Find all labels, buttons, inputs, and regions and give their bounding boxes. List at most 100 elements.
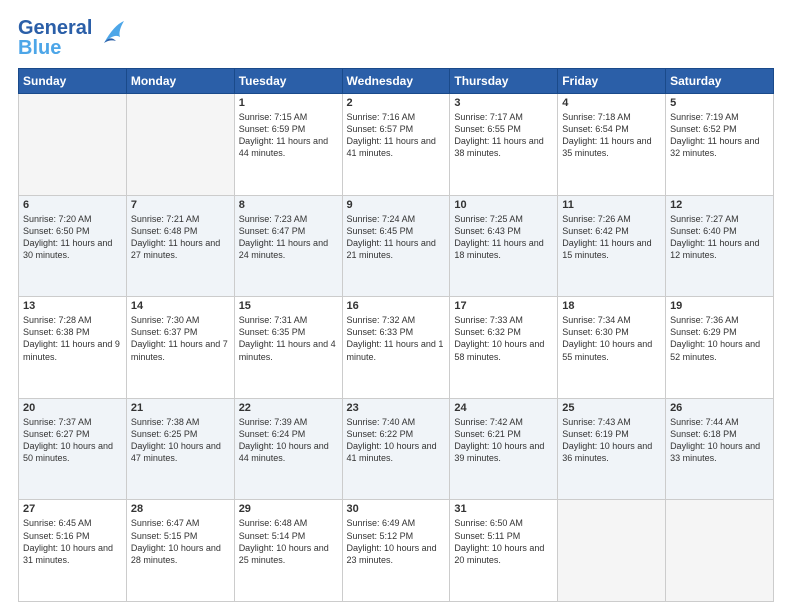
day-number: 1 — [239, 97, 338, 109]
sunset-text: Sunset: 6:55 PM — [454, 123, 553, 135]
sunrise-text: Sunrise: 7:37 AM — [23, 416, 122, 428]
calendar-cell: 28Sunrise: 6:47 AMSunset: 5:15 PMDayligh… — [126, 500, 234, 602]
calendar-cell: 1 Sunrise: 7:15 AMSunset: 6:59 PMDaylight… — [234, 94, 342, 196]
day-info: Sunrise: 6:48 AMSunset: 5:14 PMDaylight:… — [239, 517, 338, 566]
sunset-text: Sunset: 6:54 PM — [562, 123, 661, 135]
sunset-text: Sunset: 6:30 PM — [562, 326, 661, 338]
logo-blue: Blue — [18, 38, 92, 58]
sunrise-text: Sunrise: 7:36 AM — [670, 314, 769, 326]
daylight-text: Daylight: 10 hours and 50 minutes. — [23, 440, 122, 464]
calendar-week-row: 27 Sunrise: 6:45 AMSunset: 5:16 PM Dayligh… — [19, 500, 774, 602]
day-number: 19 — [670, 300, 769, 312]
day-number: 7 — [131, 199, 230, 211]
sunrise-text: Sunrise: 7:32 AM — [347, 314, 446, 326]
daylight-text: Daylight: 10 hours and 28 minutes. — [131, 542, 230, 566]
daylight-text: Daylight: 10 hours and 36 minutes. — [562, 440, 661, 464]
calendar-cell — [558, 500, 666, 602]
calendar-cell: 21Sunrise: 7:38 AMSunset: 6:25 PMDayligh… — [126, 398, 234, 500]
day-info: Sunrise: 6:49 AMSunset: 5:12 PMDaylight:… — [347, 517, 446, 566]
sunrise-text: Sunrise: 6:49 AM — [347, 517, 446, 529]
logo: General Blue — [18, 18, 126, 58]
daylight-text: Daylight: 11 hours and 12 minutes. — [670, 237, 769, 261]
day-number: 4 — [562, 97, 661, 109]
sunrise-text: Sunrise: 6:45 AM — [23, 517, 122, 529]
sunrise-text: Sunrise: 7:38 AM — [131, 416, 230, 428]
sunset-text: Sunset: 6:21 PM — [454, 428, 553, 440]
day-info: Sunrise: 7:37 AMSunset: 6:27 PMDaylight:… — [23, 416, 122, 465]
sunrise-text: Sunrise: 7:31 AM — [239, 314, 338, 326]
calendar-cell: 18Sunrise: 7:34 AMSunset: 6:30 PMDayligh… — [558, 297, 666, 399]
calendar-cell: 5 Sunrise: 7:19 AMSunset: 6:52 PMDaylight… — [666, 94, 774, 196]
sunrise-text: Sunrise: 7:39 AM — [239, 416, 338, 428]
calendar-cell: 7Sunrise: 7:21 AMSunset: 6:48 PMDaylight… — [126, 195, 234, 297]
sunrise-text: Sunrise: 7:26 AM — [562, 213, 661, 225]
day-info: Sunrise: 7:30 AMSunset: 6:37 PMDaylight:… — [131, 314, 230, 363]
calendar-cell: 17Sunrise: 7:33 AMSunset: 6:32 PMDayligh… — [450, 297, 558, 399]
sunset-text: Sunset: 5:15 PM — [131, 530, 230, 542]
calendar-week-row: 1 Sunrise: 7:15 AMSunset: 6:59 PMDaylight… — [19, 94, 774, 196]
day-number: 28 — [131, 503, 230, 515]
calendar-cell: 20Sunrise: 7:37 AMSunset: 6:27 PMDayligh… — [19, 398, 127, 500]
day-number: 15 — [239, 300, 338, 312]
calendar-table: Sunday Monday Tuesday Wednesday Thursday… — [18, 68, 774, 602]
col-saturday: Saturday — [666, 69, 774, 94]
day-info: Sunrise: 7:38 AMSunset: 6:25 PMDaylight:… — [131, 416, 230, 465]
day-number: 16 — [347, 300, 446, 312]
daylight-text: Daylight: 10 hours and 52 minutes. — [670, 338, 769, 362]
day-info: Sunrise: 7:15 AMSunset: 6:59 PMDaylight:… — [239, 111, 338, 160]
day-number: 29 — [239, 503, 338, 515]
daylight-text: Daylight: 11 hours and 21 minutes. — [347, 237, 446, 261]
calendar-cell: 8Sunrise: 7:23 AMSunset: 6:47 PMDaylight… — [234, 195, 342, 297]
day-info: Sunrise: 7:42 AMSunset: 6:21 PMDaylight:… — [454, 416, 553, 465]
day-info: Sunrise: 7:23 AMSunset: 6:47 PMDaylight:… — [239, 213, 338, 262]
calendar-cell: 30 Sunrise: 6:49 AMSunset: 5:12 PMDayligh… — [342, 500, 450, 602]
calendar-cell: 15Sunrise: 7:31 AMSunset: 6:35 PMDayligh… — [234, 297, 342, 399]
sunset-text: Sunset: 6:32 PM — [454, 326, 553, 338]
calendar-cell: 31Sunrise: 6:50 AMSunset: 5:11 PMDayligh… — [450, 500, 558, 602]
sunset-text: Sunset: 5:11 PM — [454, 530, 553, 542]
daylight-text: Daylight: 11 hours and 1 minute. — [347, 338, 446, 362]
daylight-text: Daylight: 10 hours and 39 minutes. — [454, 440, 553, 464]
calendar-cell: 16Sunrise: 7:32 AMSunset: 6:33 PMDayligh… — [342, 297, 450, 399]
daylight-text: Daylight: 10 hours and 55 minutes. — [562, 338, 661, 362]
day-info: Sunrise: 7:39 AMSunset: 6:24 PMDaylight:… — [239, 416, 338, 465]
sunset-text: Sunset: 5:16 PM — [23, 530, 122, 542]
calendar-cell — [126, 94, 234, 196]
calendar-week-row: 6Sunrise: 7:20 AMSunset: 6:50 PMDaylight… — [19, 195, 774, 297]
sunset-text: Sunset: 6:35 PM — [239, 326, 338, 338]
sunrise-text: Sunrise: 7:44 AM — [670, 416, 769, 428]
daylight-text: Daylight: 11 hours and 38 minutes. — [454, 135, 553, 159]
day-info: Sunrise: 7:43 AMSunset: 6:19 PMDaylight:… — [562, 416, 661, 465]
sunset-text: Sunset: 6:43 PM — [454, 225, 553, 237]
calendar-cell: 19Sunrise: 7:36 AMSunset: 6:29 PMDayligh… — [666, 297, 774, 399]
calendar-cell: 25Sunrise: 7:43 AMSunset: 6:19 PMDayligh… — [558, 398, 666, 500]
calendar-cell: 14Sunrise: 7:30 AMSunset: 6:37 PMDayligh… — [126, 297, 234, 399]
day-number: 30 — [347, 503, 446, 515]
day-number: 23 — [347, 402, 446, 414]
calendar-cell: 6Sunrise: 7:20 AMSunset: 6:50 PMDaylight… — [19, 195, 127, 297]
sunset-text: Sunset: 6:25 PM — [131, 428, 230, 440]
sunrise-text: Sunrise: 7:28 AM — [23, 314, 122, 326]
sunset-text: Sunset: 6:42 PM — [562, 225, 661, 237]
daylight-text: Daylight: 10 hours and 41 minutes. — [347, 440, 446, 464]
sunrise-text: Sunrise: 6:48 AM — [239, 517, 338, 529]
day-info: Sunrise: 7:26 AMSunset: 6:42 PMDaylight:… — [562, 213, 661, 262]
sunset-text: Sunset: 6:59 PM — [239, 123, 338, 135]
daylight-text: Daylight: 11 hours and 32 minutes. — [670, 135, 769, 159]
calendar-cell — [666, 500, 774, 602]
sunrise-text: Sunrise: 7:19 AM — [670, 111, 769, 123]
day-info: Sunrise: 7:19 AMSunset: 6:52 PMDaylight:… — [670, 111, 769, 160]
sunrise-text: Sunrise: 7:18 AM — [562, 111, 661, 123]
calendar-cell: 11Sunrise: 7:26 AMSunset: 6:42 PMDayligh… — [558, 195, 666, 297]
page: General Blue Sunday Monday Tuesday — [0, 0, 792, 612]
sunset-text: Sunset: 6:45 PM — [347, 225, 446, 237]
day-number: 5 — [670, 97, 769, 109]
sunrise-text: Sunrise: 7:23 AM — [239, 213, 338, 225]
day-number: 27 — [23, 503, 122, 515]
daylight-text: Daylight: 10 hours and 33 minutes. — [670, 440, 769, 464]
sunrise-text: Sunrise: 7:34 AM — [562, 314, 661, 326]
calendar-week-row: 13Sunrise: 7:28 AMSunset: 6:38 PMDayligh… — [19, 297, 774, 399]
calendar-header-row: Sunday Monday Tuesday Wednesday Thursday… — [19, 69, 774, 94]
day-number: 9 — [347, 199, 446, 211]
col-friday: Friday — [558, 69, 666, 94]
